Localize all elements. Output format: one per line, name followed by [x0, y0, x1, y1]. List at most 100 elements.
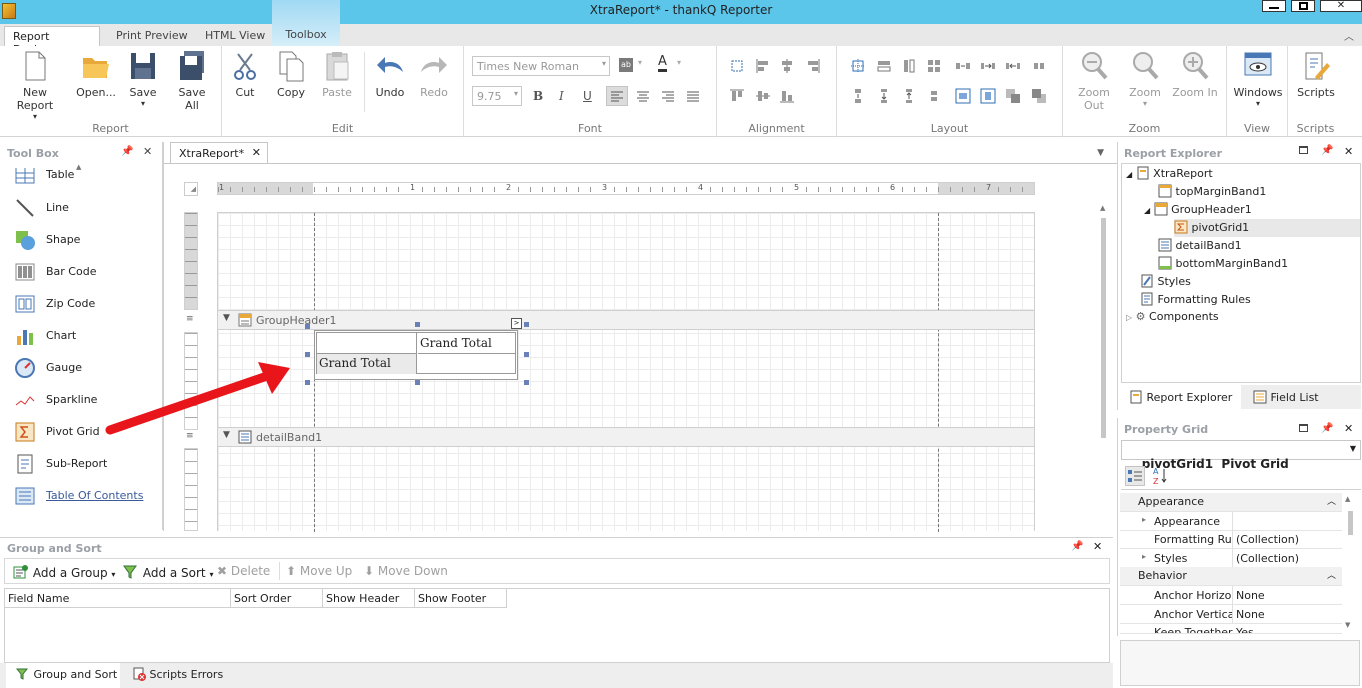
maximize-panel-icon[interactable]: [1299, 424, 1308, 432]
tree-node-formatting-rules[interactable]: Formatting Rules: [1140, 292, 1251, 306]
component-selector[interactable]: pivotGrid1 Pivot Grid ▼: [1121, 440, 1361, 471]
collapse-ribbon-icon[interactable]: ︿: [1344, 28, 1354, 43]
pin-icon[interactable]: 📌: [1321, 423, 1333, 434]
tab-group-and-sort[interactable]: Group and Sort: [6, 663, 120, 688]
tab-field-list[interactable]: Field List: [1245, 385, 1335, 409]
underline-button[interactable]: U: [583, 89, 592, 103]
band-strip-groupheader[interactable]: ▼ GroupHeader1: [218, 310, 1034, 330]
selection-handle[interactable]: [305, 380, 310, 385]
alphabetical-sort-button[interactable]: AZ: [1151, 466, 1171, 486]
selection-handle[interactable]: [524, 322, 529, 327]
property-value[interactable]: Yes: [1236, 626, 1254, 633]
send-to-back-icon[interactable]: [1031, 88, 1047, 104]
windows-button[interactable]: Windows ▾: [1231, 50, 1285, 108]
column-header-show-footer[interactable]: Show Footer: [415, 589, 507, 608]
design-surface[interactable]: ▼ GroupHeader1 Grand Total Grand Total >…: [217, 212, 1035, 532]
tree-node-detailband1[interactable]: detailBand1: [1158, 238, 1242, 252]
doc-tab-list-icon[interactable]: ▼: [1097, 148, 1104, 158]
property-row-formatting-rule[interactable]: Formatting Rule (Collection): [1120, 530, 1342, 549]
same-width-icon[interactable]: [876, 58, 892, 74]
zoom-button[interactable]: Zoom ▾: [1125, 50, 1165, 108]
tab-html-view[interactable]: HTML View: [197, 26, 273, 46]
tree-node-groupheader1[interactable]: ◢ GroupHeader1: [1144, 202, 1252, 216]
bring-to-front-icon[interactable]: [1005, 88, 1021, 104]
add-group-button[interactable]: Add a Group ▾: [13, 564, 115, 580]
tree-node-topmarginband1[interactable]: topMarginBand1: [1158, 184, 1266, 198]
tree-node-bottommarginband1[interactable]: bottomMarginBand1: [1158, 256, 1288, 270]
font-color-button[interactable]: A: [658, 55, 667, 72]
open-button[interactable]: Open...: [74, 50, 118, 99]
band-handle-icon[interactable]: ≡: [186, 314, 194, 324]
band-strip-detail[interactable]: ▼ detailBand1: [218, 427, 1034, 447]
collapse-icon[interactable]: ︿: [1327, 568, 1336, 581]
categorized-view-button[interactable]: [1125, 466, 1145, 486]
group-sort-close-icon[interactable]: ✕: [1093, 540, 1102, 553]
center-horizontally-icon[interactable]: [955, 88, 971, 104]
property-row-styles[interactable]: ▸ Styles (Collection): [1120, 549, 1342, 568]
property-value[interactable]: None: [1236, 589, 1265, 602]
size-to-grid-icon[interactable]: [850, 58, 866, 74]
copy-button[interactable]: Copy: [272, 50, 310, 99]
maximize-button[interactable]: [1291, 0, 1315, 12]
tab-toolbox[interactable]: Toolbox: [272, 0, 340, 46]
move-down-button[interactable]: ⬇ Move Down: [364, 564, 448, 578]
new-report-button[interactable]: New Report ▾: [4, 50, 66, 121]
align-bottoms-icon[interactable]: [779, 88, 795, 104]
zoom-in-button[interactable]: Zoom In: [1169, 50, 1221, 99]
selection-handle[interactable]: [305, 352, 310, 357]
tree-node-xtrareport[interactable]: ◢ XtraReport: [1126, 166, 1213, 180]
toolbox-close-icon[interactable]: ✕: [143, 145, 152, 158]
ruler-corner[interactable]: ◢: [184, 182, 198, 196]
column-header-sort-order[interactable]: Sort Order: [231, 589, 323, 608]
same-height-icon[interactable]: [901, 58, 917, 74]
doc-tab-xtrareport[interactable]: XtraReport* ✕: [170, 142, 268, 164]
center-vertically-icon[interactable]: [980, 88, 996, 104]
horizontal-spacing-decrease-icon[interactable]: [1005, 58, 1021, 74]
expand-icon[interactable]: ▸: [1142, 552, 1146, 561]
selection-handle[interactable]: [524, 380, 529, 385]
maximize-panel-icon[interactable]: [1299, 146, 1308, 154]
save-all-button[interactable]: Save All: [170, 50, 214, 112]
minimize-button[interactable]: [1262, 0, 1286, 12]
delete-button[interactable]: ✖ Delete: [217, 564, 270, 578]
undo-button[interactable]: Undo: [372, 50, 408, 99]
close-button[interactable]: ✕: [1320, 0, 1362, 12]
align-tops-icon[interactable]: [729, 88, 745, 104]
align-lefts-icon[interactable]: [755, 58, 771, 74]
align-rights-icon[interactable]: [805, 58, 821, 74]
property-row-anchor-vertical[interactable]: Anchor Verticall None: [1120, 605, 1342, 624]
doc-tab-close-icon[interactable]: ✕: [252, 146, 261, 159]
vertical-spacing-increase-icon[interactable]: [876, 88, 892, 104]
align-centers-icon[interactable]: [779, 58, 795, 74]
scroll-up-icon[interactable]: ▲: [1100, 204, 1105, 212]
scroll-thumb[interactable]: [1348, 511, 1353, 535]
selection-handle[interactable]: [415, 322, 420, 327]
expand-icon[interactable]: ▸: [1142, 515, 1146, 524]
font-size-combo[interactable]: 9.75 ▾: [472, 86, 522, 106]
category-behavior[interactable]: Behavior ︿: [1120, 567, 1342, 586]
highlight-dropdown-icon[interactable]: ▾: [638, 58, 642, 67]
expand-icon[interactable]: ◢: [1126, 170, 1132, 179]
property-row-anchor-horizontal[interactable]: Anchor Horizont None: [1120, 586, 1342, 605]
smart-tag-button[interactable]: >: [511, 318, 522, 329]
tree-node-pivotgrid1[interactable]: pivotGrid1: [1174, 219, 1360, 237]
vertical-spacing-decrease-icon[interactable]: [901, 88, 917, 104]
move-up-button[interactable]: ⬆ Move Up: [286, 564, 352, 578]
redo-button[interactable]: Redo: [416, 50, 452, 99]
align-to-grid-icon[interactable]: [729, 58, 745, 74]
expand-icon[interactable]: ▷: [1126, 313, 1132, 322]
align-middles-icon[interactable]: [755, 88, 771, 104]
font-family-combo[interactable]: Times New Roman ▾: [472, 56, 610, 76]
same-size-icon[interactable]: [926, 58, 942, 74]
font-color-dropdown-icon[interactable]: ▾: [677, 58, 681, 67]
column-header-show-header[interactable]: Show Header: [323, 589, 415, 608]
tree-node-styles[interactable]: Styles: [1140, 274, 1191, 288]
align-center-icon[interactable]: [633, 87, 653, 105]
pin-icon[interactable]: 📌: [121, 146, 133, 157]
selection-handle[interactable]: [415, 380, 420, 385]
expand-icon[interactable]: ◢: [1144, 206, 1150, 215]
justify-icon[interactable]: [683, 87, 703, 105]
property-value[interactable]: None: [1236, 608, 1265, 621]
horizontal-spacing-increase-icon[interactable]: [980, 58, 996, 74]
pin-icon[interactable]: 📌: [1321, 145, 1333, 156]
